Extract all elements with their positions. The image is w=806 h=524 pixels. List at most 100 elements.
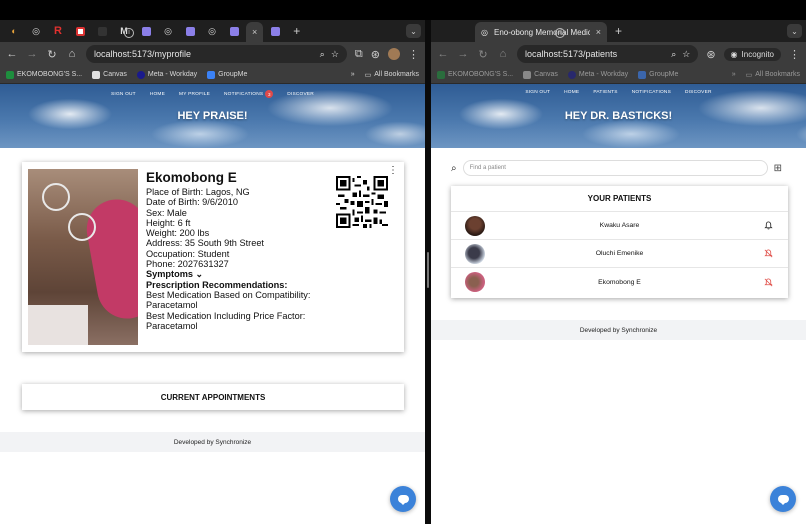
bookmark-item[interactable]: EKOMOBONG'S S... (6, 70, 82, 79)
incognito-indicator[interactable]: ◉ Incognito (723, 47, 781, 61)
media-icon[interactable]: ⊛ (706, 48, 715, 61)
symptoms-toggle[interactable]: Symptoms ⌄ (146, 269, 310, 279)
bell-off-icon[interactable] (762, 276, 774, 288)
reload-icon[interactable]: ↻ (46, 48, 58, 61)
chrome-web-icon[interactable]: ◐ (4, 23, 24, 39)
patient-search-input[interactable]: Find a patient (462, 160, 768, 176)
chat-button[interactable] (770, 486, 796, 512)
nav-discover[interactable]: DISCOVER (685, 90, 712, 95)
chat-button[interactable] (390, 486, 416, 512)
purple-app-icon[interactable] (224, 23, 244, 39)
browser-window-right: ◎ Eno-obong Memorial Medical × + ⌄ ← → ↻… (431, 20, 806, 524)
address-text: localhost:5173/patients (525, 49, 618, 59)
purple-app-icon[interactable] (136, 23, 156, 39)
price-label: Best Medication Including Price Factor: (146, 310, 306, 321)
groupme-icon (207, 70, 216, 79)
qr-scan-icon[interactable]: ⊞ (774, 163, 782, 174)
chrome-web-icon[interactable]: ◎ (26, 23, 46, 39)
phone: Phone: 2027631327 (146, 259, 229, 270)
nav-home[interactable]: HOME (564, 90, 579, 95)
back-icon[interactable]: ← (6, 48, 18, 60)
tab-search-button[interactable]: ⌄ (787, 24, 802, 38)
zoom-search-icon[interactable]: ⌕ (320, 49, 325, 60)
active-tab[interactable]: × (246, 22, 264, 42)
appointments-card[interactable]: CURRENT APPOINTMENTS (22, 384, 404, 410)
weight: Weight: 200 lbs (146, 228, 210, 239)
prescription-header: Prescription Recommendations: (146, 279, 288, 290)
nav-patients[interactable]: PATIENTS (593, 90, 617, 95)
compat-value: Paracetamol (146, 300, 198, 311)
new-tab-button[interactable]: + (287, 24, 306, 38)
home-icon[interactable]: ⌂ (66, 48, 78, 60)
address-bar[interactable]: i localhost:5173/myprofile ⌕ ☆ (86, 28, 347, 63)
workday-icon (136, 70, 145, 79)
nav-notifications[interactable]: NOTIFICATIONS (632, 90, 671, 95)
bookmark-item[interactable]: Canvas (92, 70, 127, 79)
desktop: ◐ ◎ R M ◎ ◎ × + ⌄ ← → ↻ ⌂ i localhost:51… (0, 0, 806, 524)
nav-sign-out[interactable]: SIGN OUT (525, 90, 550, 95)
forward-icon[interactable]: → (457, 48, 469, 60)
bell-off-icon[interactable] (762, 248, 774, 260)
purple-app-icon[interactable] (265, 23, 285, 39)
bookmark-item[interactable]: GroupMe (638, 70, 678, 79)
patient-row[interactable]: Ekomobong E (451, 268, 788, 296)
zoom-search-icon[interactable]: ⌕ (671, 49, 676, 60)
patient-name: Ekomobong E (146, 170, 237, 185)
new-tab-button[interactable]: + (609, 24, 628, 38)
profile-card: Ekomobong E Place of Birth: Lagos, NG Da… (22, 162, 404, 352)
nav-home[interactable]: HOME (150, 90, 165, 98)
patient-name: Kwaku Asare (599, 222, 640, 229)
footer: Developed by Synchronize (0, 432, 425, 452)
bookmark-item[interactable]: EKOMOBONG'S S... (437, 70, 513, 79)
nav-sign-out[interactable]: SIGN OUT (111, 90, 136, 98)
nav-my-profile[interactable]: MY PROFILE (179, 90, 210, 98)
star-icon[interactable]: ☆ (331, 49, 339, 60)
r-app-icon[interactable]: R (48, 23, 68, 39)
home-icon[interactable]: ⌂ (497, 48, 509, 60)
avatar-icon[interactable] (388, 48, 400, 60)
menu-icon[interactable]: ⋮ (789, 48, 800, 61)
occupation: Occupation: Student (146, 248, 230, 259)
patient-row[interactable]: Kwaku Asare (451, 212, 788, 240)
chrome-web-icon[interactable]: ◎ (158, 23, 178, 39)
forward-icon[interactable]: → (26, 48, 38, 60)
dark-square-icon[interactable] (92, 23, 112, 39)
more-bookmarks-icon[interactable]: » (732, 71, 736, 78)
site-info-icon[interactable]: i (555, 28, 565, 38)
bell-icon[interactable] (762, 220, 774, 232)
star-icon[interactable]: ☆ (682, 49, 690, 60)
close-tab-icon[interactable]: × (252, 27, 257, 37)
site-info-icon[interactable]: i (124, 28, 134, 38)
all-bookmarks-button[interactable]: ▭ All Bookmarks (746, 71, 800, 79)
purple-app-icon[interactable] (180, 23, 200, 39)
search-placeholder: Find a patient (469, 165, 506, 171)
back-icon[interactable]: ← (437, 48, 449, 60)
place-of-birth: Place of Birth: Lagos, NG (146, 187, 250, 197)
patient-row[interactable]: Oluchi Emenike (451, 240, 788, 268)
nav-notifications[interactable]: NOTIFICATIONS 3 (224, 90, 274, 98)
bookmark-item[interactable]: Meta - Workday (136, 70, 197, 79)
close-tab-icon[interactable]: × (596, 27, 601, 37)
bookmarks-bar: EKOMOBONG'S S... Canvas Meta - Workday G… (431, 66, 806, 84)
more-options-icon[interactable]: ⋮ (388, 166, 398, 176)
red-square-icon[interactable] (70, 23, 90, 39)
avatar (465, 243, 485, 264)
reload-icon[interactable]: ↻ (477, 48, 489, 61)
menu-icon[interactable]: ⋮ (408, 48, 419, 61)
profile-info: Ekomobong E Place of Birth: Lagos, NG Da… (146, 170, 310, 331)
bookmark-item[interactable]: Canvas (523, 70, 558, 79)
bookmark-item[interactable]: GroupMe (207, 70, 247, 79)
appointments-title: CURRENT APPOINTMENTS (160, 392, 266, 402)
more-bookmarks-icon[interactable]: » (351, 71, 355, 78)
media-icon[interactable]: ⊛ (371, 48, 380, 61)
extensions-icon[interactable]: ⧉ (355, 48, 363, 61)
all-bookmarks-button[interactable]: ▭ All Bookmarks (365, 71, 419, 79)
address-bar[interactable]: i localhost:5173/patients ⌕ ☆ (517, 28, 699, 63)
chrome-web-icon[interactable]: ◎ (202, 23, 222, 39)
tab-search-button[interactable]: ⌄ (406, 24, 421, 38)
sex: Sex: Male (146, 207, 187, 218)
bookmark-item[interactable]: Meta - Workday (567, 70, 628, 79)
chevron-down-icon: ⌄ (195, 269, 204, 280)
nav-discover[interactable]: DISCOVER (287, 90, 314, 98)
active-tab[interactable]: ◎ Eno-obong Memorial Medical × (475, 22, 607, 42)
